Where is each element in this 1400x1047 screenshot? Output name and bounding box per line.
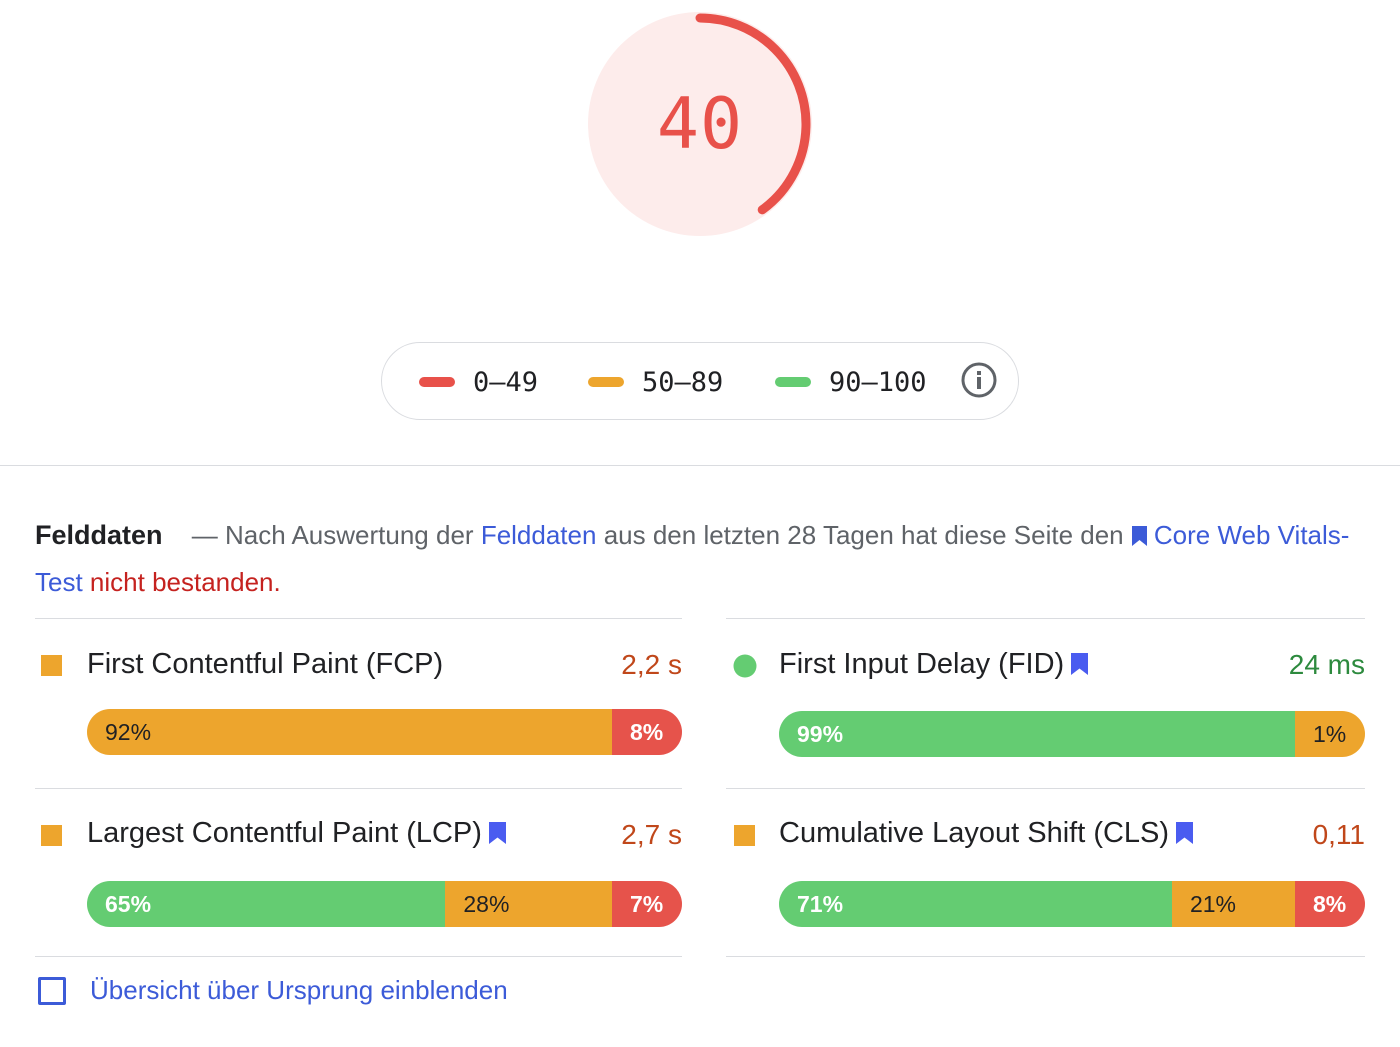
distribution-segment-good: 65% [87, 881, 446, 927]
legend-swatch-poor [419, 377, 455, 387]
bookmark-icon [1071, 653, 1089, 675]
row-divider [726, 788, 1365, 789]
legend-label-average: 50–89 [642, 366, 724, 398]
performance-score-value: 40 [656, 83, 744, 165]
origin-summary-label[interactable]: Übersicht über Ursprung einblenden [90, 975, 508, 1006]
performance-score-gauge: 40 [587, 11, 813, 237]
distribution-segment-good: 99% [779, 711, 1295, 757]
row-divider [35, 618, 682, 619]
distribution-segment-avg: 28% [445, 881, 612, 927]
summary-dash: — [191, 520, 218, 550]
metric-title-fcp: First Contentful Paint (FCP) [87, 648, 443, 681]
summary-text-2: aus den letzten 28 Tagen hat diese Seite… [603, 520, 1124, 550]
metric-value-fcp: 2,2 s [621, 649, 682, 680]
distribution-bar-fcp: 92% 8% [87, 709, 682, 755]
bookmark-icon [1176, 822, 1194, 844]
row-divider [726, 618, 1365, 619]
distribution-segment-poor: 8% [1294, 881, 1365, 927]
score-range-legend: 0–49 50–89 90–100 [381, 342, 1019, 420]
distribution-bar-lcp: 65% 28% 7% [87, 881, 682, 927]
row-divider [35, 788, 682, 789]
metric-value-cls: 0,11 [1312, 819, 1365, 850]
metric-title-lcp: Largest Contentful Paint (LCP) [87, 817, 507, 850]
metric-title-lcp-text: Largest Contentful Paint (LCP) [87, 817, 482, 849]
field-data-heading: Felddaten [35, 520, 163, 550]
legend-label-good: 90–100 [829, 366, 927, 398]
bookmark-icon [1131, 526, 1147, 546]
distribution-segment-avg: 1% [1295, 711, 1365, 757]
distribution-bar-fid: 99% 1% [779, 711, 1365, 757]
distribution-segment-good: 71% [779, 881, 1172, 927]
good-circle-icon [733, 654, 757, 678]
metric-value-fid: 24 ms [1288, 649, 1365, 680]
metric-title-fid: First Input Delay (FID) [779, 648, 1089, 681]
row-divider [35, 956, 682, 957]
metric-title-cls: Cumulative Layout Shift (CLS) [779, 817, 1194, 850]
metric-value-lcp: 2,7 s [621, 819, 682, 850]
distribution-segment-avg: 92% [87, 709, 612, 755]
average-square-icon [41, 655, 62, 676]
metric-title-cls-text: Cumulative Layout Shift (CLS) [779, 817, 1170, 849]
legend-item-good: 90–100 [775, 343, 927, 421]
legend-item-poor: 0–49 [419, 343, 538, 421]
bookmark-icon [488, 822, 506, 844]
section-divider [0, 465, 1400, 466]
legend-swatch-average [588, 377, 624, 387]
felddaten-link[interactable]: Felddaten [481, 520, 597, 550]
origin-summary-checkbox[interactable] [38, 977, 66, 1005]
info-icon[interactable] [960, 361, 998, 399]
summary-text-1: Nach Auswertung der [224, 520, 474, 550]
legend-swatch-good [775, 377, 811, 387]
legend-label-poor: 0–49 [473, 366, 539, 398]
distribution-bar-cls: 71% 21% 8% [779, 881, 1365, 927]
average-square-icon [41, 825, 62, 846]
distribution-segment-poor: 8% [612, 709, 682, 755]
field-data-summary: Felddaten — Nach Auswertung der Felddate… [35, 512, 1375, 606]
average-square-icon [734, 825, 755, 846]
assessment-period: . [273, 567, 281, 597]
distribution-segment-avg: 21% [1171, 881, 1295, 927]
metric-title-fid-text: First Input Delay (FID) [779, 648, 1065, 680]
legend-item-average: 50–89 [588, 343, 723, 421]
assessment-result: nicht bestanden [89, 567, 274, 597]
metric-title-fcp-text: First Contentful Paint (FCP) [87, 648, 444, 680]
core-web-vitals-link-part1: Core [1153, 520, 1211, 550]
distribution-segment-poor: 7% [611, 881, 682, 927]
row-divider [726, 956, 1365, 957]
